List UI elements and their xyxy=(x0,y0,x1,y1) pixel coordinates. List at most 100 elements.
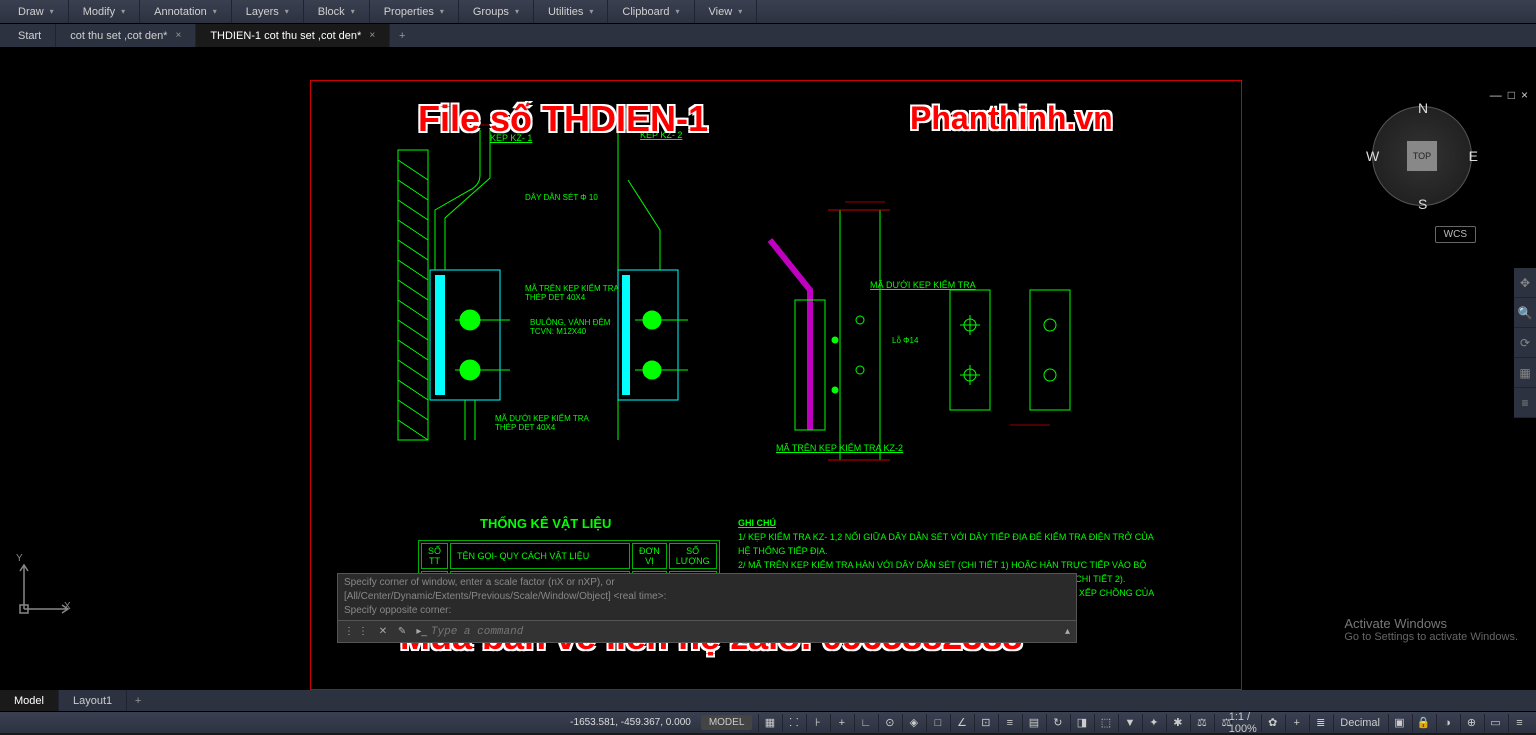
file-tab-label: Start xyxy=(18,30,41,42)
command-window[interactable]: Specify corner of window, enter a scale … xyxy=(337,573,1077,643)
polar-icon[interactable]: ⊙ xyxy=(878,714,900,732)
nav-orbit-icon[interactable]: ⟳ xyxy=(1514,328,1536,358)
ribbon-properties[interactable]: Properties xyxy=(370,0,459,23)
label-ma-tren: MÃ TRÊN KẸP KIỂM TRA KZ-2 xyxy=(776,443,903,453)
isolate-icon[interactable]: ◑ xyxy=(1436,714,1458,732)
ribbon-clipboard[interactable]: Clipboard xyxy=(608,0,694,23)
layout-tab-layout1[interactable]: Layout1 xyxy=(59,690,127,711)
nav-pan-icon[interactable]: ✥ xyxy=(1514,268,1536,298)
infer-icon[interactable]: ⊦ xyxy=(806,714,828,732)
nav-showmotion-icon[interactable]: ▦ xyxy=(1514,358,1536,388)
file-tab-label: THDIEN-1 cot thu set ,cot den* xyxy=(210,30,361,42)
ribbon-layers[interactable]: Layers xyxy=(232,0,304,23)
notes-heading: GHI CHÚ xyxy=(738,516,1158,530)
status-bar: -1653.581, -459.367, 0.000 MODEL ▦ ⸬ ⊦ +… xyxy=(0,711,1536,733)
label-phi14: Lỗ Φ14 xyxy=(892,336,918,345)
ucs-y-label: Y xyxy=(16,553,23,564)
ribbon-view[interactable]: View xyxy=(695,0,758,23)
customization-icon[interactable]: ≡ xyxy=(1508,714,1530,732)
activate-line1: Activate Windows xyxy=(1344,616,1518,631)
table-title: THỐNG KÊ VẬT LIỆU xyxy=(480,516,611,531)
close-icon[interactable]: × xyxy=(369,30,375,41)
annoscale-label[interactable]: ⚖ 1:1 / 100% xyxy=(1214,714,1259,732)
layout-add-button[interactable]: + xyxy=(127,690,149,711)
label-matren-small: MÃ TRÊN KẸP KIỂM TRA THÉP DẸT 40X4 xyxy=(525,284,625,302)
3dosnap-icon[interactable]: ◨ xyxy=(1070,714,1092,732)
otrack-icon[interactable]: ⊡ xyxy=(974,714,996,732)
cmd-prompt-icon: ▸_ xyxy=(416,626,427,637)
status-model-button[interactable]: MODEL xyxy=(701,715,753,730)
viewcube-n[interactable]: N xyxy=(1418,100,1428,116)
command-input-row: ⋮⋮ ✕ ✎ ▸_ ▴ xyxy=(338,620,1076,642)
col-sl: SỐ LƯỢNG xyxy=(669,543,717,569)
ribbon-draw[interactable]: Draw xyxy=(4,0,69,23)
quick-properties-icon[interactable]: ▣ xyxy=(1388,714,1410,732)
clean-screen-icon[interactable]: ▭ xyxy=(1484,714,1506,732)
drawing-canvas[interactable]: KẸP KZ- 1 KẸP KZ- 2 MÃ DƯỚI KẸP KIỂM TRA… xyxy=(0,48,1536,689)
workspace-icon[interactable]: ✿ xyxy=(1261,714,1283,732)
file-tab-1[interactable]: cot thu set ,cot den* × xyxy=(56,24,196,47)
ribbon-groups[interactable]: Groups xyxy=(459,0,534,23)
viewcube-w[interactable]: W xyxy=(1366,148,1379,164)
ucs-x-label: X xyxy=(64,601,71,612)
grid-icon[interactable]: ▦ xyxy=(758,714,780,732)
annotation-visibility-icon[interactable]: ✱ xyxy=(1166,714,1188,732)
cmd-line: Specify opposite corner: xyxy=(344,604,1070,618)
maximize-icon[interactable]: □ xyxy=(1508,88,1515,102)
col-ten: TÊN GỌI- QUY CÁCH VẬT LIỆU xyxy=(450,543,630,569)
autosnap-icon[interactable]: ∠ xyxy=(950,714,972,732)
cmd-menu-icon[interactable]: ▴ xyxy=(1059,626,1076,637)
dynamic-input-icon[interactable]: + xyxy=(830,714,852,732)
activate-line2: Go to Settings to activate Windows. xyxy=(1344,631,1518,643)
col-dv: ĐƠN VỊ xyxy=(632,543,667,569)
file-tab-bar: Start cot thu set ,cot den* × THDIEN-1 co… xyxy=(0,24,1536,48)
units-icon[interactable]: ≣ xyxy=(1309,714,1331,732)
note-line: 1/ KẸP KIỂM TRA KZ- 1,2 NỐI GIỮA DÂY DẪN… xyxy=(738,530,1158,558)
watermark-site: Phanthinh.vn xyxy=(910,100,1113,137)
file-tab-start[interactable]: Start xyxy=(4,24,56,47)
selection-filter-icon[interactable]: ▼ xyxy=(1118,714,1140,732)
ortho-icon[interactable]: ∟ xyxy=(854,714,876,732)
annotation-monitor-icon[interactable]: + xyxy=(1285,714,1307,732)
wcs-badge[interactable]: WCS xyxy=(1435,226,1476,243)
close-icon[interactable]: × xyxy=(175,30,181,41)
file-tab-label: cot thu set ,cot den* xyxy=(70,30,167,42)
ribbon-annotation[interactable]: Annotation xyxy=(140,0,232,23)
watermark-title: File số THDIEN-1 xyxy=(418,98,708,140)
new-tab-button[interactable]: + xyxy=(390,24,414,47)
ribbon-modify[interactable]: Modify xyxy=(69,0,140,23)
units-label[interactable]: Decimal xyxy=(1333,714,1386,732)
autoscale-icon[interactable]: ⚖ xyxy=(1190,714,1212,732)
nav-misc-icon[interactable]: ≡ xyxy=(1514,388,1536,418)
ribbon-bar: Draw Modify Annotation Layers Block Prop… xyxy=(0,0,1536,24)
layout-tab-model[interactable]: Model xyxy=(0,690,59,711)
ribbon-utilities[interactable]: Utilities xyxy=(534,0,608,23)
command-history: Specify corner of window, enter a scale … xyxy=(338,574,1076,620)
selection-cycling-icon[interactable]: ↻ xyxy=(1046,714,1068,732)
lineweight-icon[interactable]: ≡ xyxy=(998,714,1020,732)
file-tab-2[interactable]: THDIEN-1 cot thu set ,cot den* × xyxy=(196,24,390,47)
viewcube-s[interactable]: S xyxy=(1418,196,1427,212)
lock-ui-icon[interactable]: 🔒 xyxy=(1412,714,1434,732)
cmd-handle-icon[interactable]: ⋮⋮ ✕ ✎ xyxy=(338,626,416,637)
viewcube-e[interactable]: E xyxy=(1469,148,1478,164)
gizmo-icon[interactable]: ✦ xyxy=(1142,714,1164,732)
minimize-icon[interactable]: — xyxy=(1490,88,1502,102)
isodraft-icon[interactable]: ◈ xyxy=(902,714,924,732)
graphics-perf-icon[interactable]: ⊕ xyxy=(1460,714,1482,732)
command-input[interactable] xyxy=(431,626,1059,638)
snap-icon[interactable]: ⸬ xyxy=(782,714,804,732)
ribbon-block[interactable]: Block xyxy=(304,0,370,23)
nav-zoom-icon[interactable]: 🔍 xyxy=(1514,298,1536,328)
osnap-icon[interactable]: □ xyxy=(926,714,948,732)
close-icon[interactable]: × xyxy=(1521,88,1528,102)
ucs-icon: X Y xyxy=(14,559,74,619)
label-ma-duoi: MÃ DƯỚI KẸP KIỂM TRA xyxy=(870,280,976,290)
cmd-line: Specify corner of window, enter a scale … xyxy=(344,576,1070,590)
activate-windows-overlay: Activate Windows Go to Settings to activ… xyxy=(1344,616,1518,643)
dynamic-ucs-icon[interactable]: ⬚ xyxy=(1094,714,1116,732)
viewcube-top[interactable]: TOP xyxy=(1407,141,1437,171)
view-cube[interactable]: N S E W TOP xyxy=(1362,96,1482,216)
label-daydan: DÂY DẪN SÉT Φ 10 xyxy=(525,193,598,202)
transparency-icon[interactable]: ▤ xyxy=(1022,714,1044,732)
